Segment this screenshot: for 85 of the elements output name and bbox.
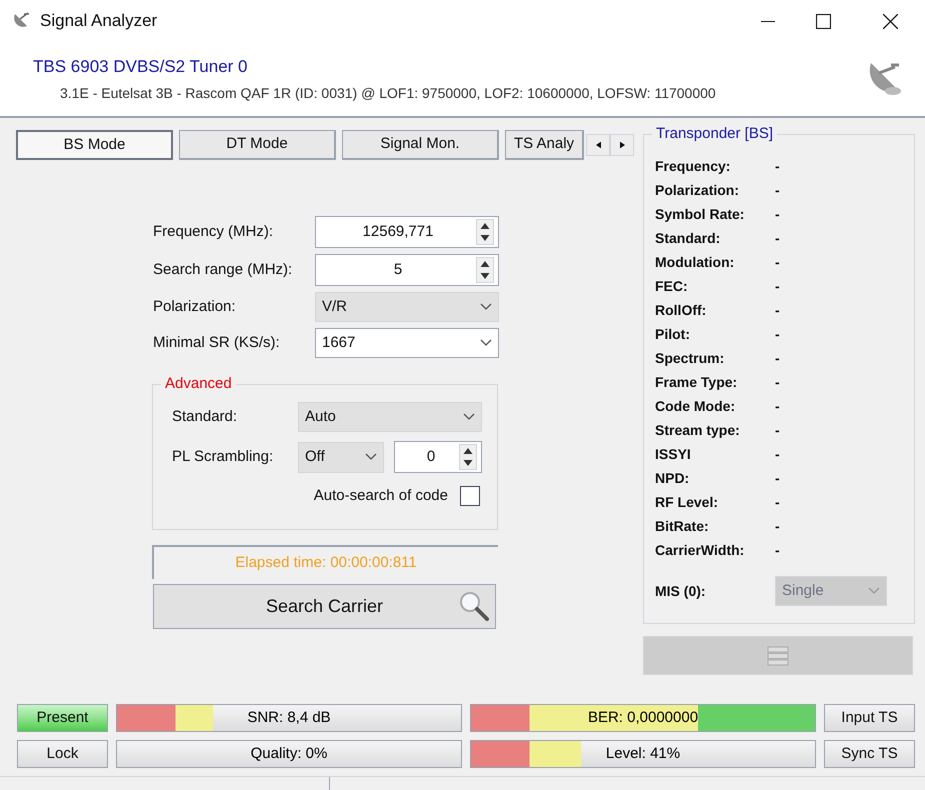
scroll-right-button[interactable] [610,134,634,156]
property-value: - [775,372,780,392]
spin-arrows-icon[interactable] [476,219,494,245]
ts-button[interactable]: Sync TS [824,740,915,768]
dropdown[interactable]: Auto [298,402,482,432]
maximize-icon [816,14,830,28]
field-label: Polarization: [153,296,237,317]
property-label: MIS (0): [655,582,707,601]
list-icon [767,646,789,666]
chevron-down-icon [868,587,880,595]
number-field[interactable]: 12569,771 [315,216,499,248]
property-label: Standard: [655,228,722,248]
search-icon [458,590,490,622]
device-name: TBS 6903 DVBS/S2 Tuner 0 [33,56,249,78]
field-label: Minimal SR (KS/s): [153,332,281,353]
property-label: Symbol Rate: [655,204,746,224]
property-value: - [775,204,780,224]
number-field[interactable]: 5 [315,254,499,286]
triangle-right-icon [620,141,625,149]
property-label: RF Level: [655,492,720,512]
property-value: - [775,516,780,536]
meter-reading: Quality: 0% [250,744,328,764]
property-label: Code Mode: [655,396,736,416]
field-label: Frequency (MHz): [153,222,274,242]
field-label: Standard: [172,406,238,427]
property-value: - [775,252,780,272]
checkbox[interactable] [460,486,480,506]
property-label: Stream type: [655,420,741,440]
close-icon [882,14,898,28]
field-label: PL Scrambling: [172,446,274,467]
field-label: Search range (MHz): [153,260,294,280]
property-value: - [775,420,780,440]
tab[interactable]: BS Mode [16,130,173,160]
chevron-down-icon [480,303,492,311]
search-carrier-button[interactable]: Search Carrier [153,584,496,629]
property-value: - [775,444,780,464]
triangle-left-icon [596,141,601,149]
meter-reading: SNR: 8,4 dB [246,708,332,728]
satellite-info: 3.1E - Eutelsat 3B - Rascom QAF 1R (ID: 0031) @ LOF1: 9750000, LOF2: 10600000, LOFSW: 11700000 [60,84,717,104]
checkbox-label: Auto-search of code [314,486,448,506]
property-value: - [775,300,780,320]
property-label: CarrierWidth: [655,540,746,560]
combo-field[interactable]: 1667 [315,328,499,358]
dropdown[interactable]: V/R [315,292,499,322]
property-label: Modulation: [655,252,736,272]
property-value: - [775,396,780,416]
property-label: ISSYI [655,444,692,464]
chevron-down-icon [463,413,475,421]
property-value: - [775,540,780,560]
scroll-left-button[interactable] [586,134,610,156]
tab[interactable]: TS Analy [505,130,584,160]
tab[interactable]: Signal Mon. [342,130,499,160]
property-label: Spectrum: [655,348,726,368]
window-title: Signal Analyzer [40,10,158,32]
minimize-icon [761,20,775,22]
property-value: - [775,156,780,176]
spin-arrows-icon[interactable] [459,444,477,470]
group-title: Transponder [BS] [652,125,778,143]
spin-arrows-icon[interactable] [476,257,494,283]
tab[interactable]: DT Mode [179,130,336,160]
property-label: FEC: [655,276,689,296]
property-value: - [775,468,780,488]
ts-button[interactable]: Input TS [824,704,915,732]
property-label: BitRate: [655,516,710,536]
property-label: Polarization: [655,180,740,200]
property-label: Pilot: [655,324,691,344]
status-indicator: Lock [17,740,108,768]
property-label: RollOff: [655,300,708,320]
property-value: - [775,492,780,512]
property-value: - [775,348,780,368]
property-value: - [775,276,780,296]
property-label: Frame Type: [655,372,738,392]
chevron-down-icon [480,339,492,347]
property-value: - [775,324,780,344]
chevron-down-icon [365,453,377,461]
dropdown[interactable]: Off [298,442,384,472]
property-value: - [775,180,780,200]
property-label: NPD: [655,468,690,488]
number-field[interactable]: 0 [394,441,482,473]
status-indicator: Present [17,704,108,732]
meter-reading: Level: 41% [604,744,682,764]
elapsed-time-display: Elapsed time: 00:00:00:811 [152,545,498,579]
property-label: Frequency: [655,156,732,176]
meter-reading: BER: 0,0000000 [586,708,700,728]
property-value: - [775,228,780,248]
